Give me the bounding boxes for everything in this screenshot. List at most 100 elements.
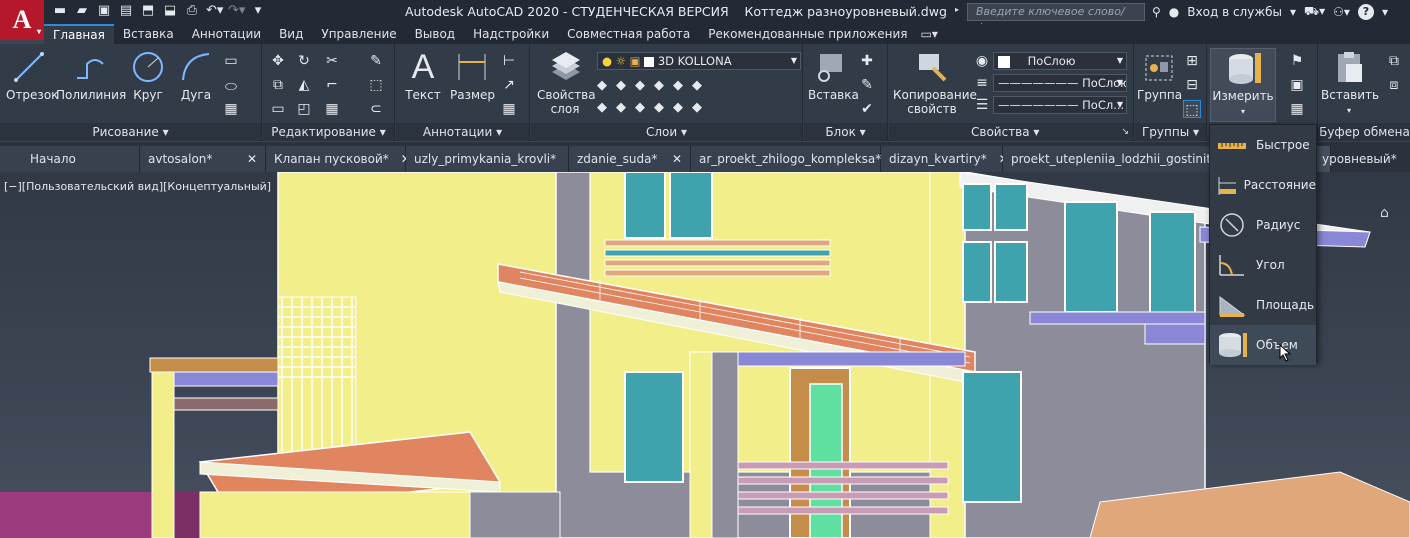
layer-dropdown[interactable]: ● ☼ ▣ 3D KOLLONA ▼	[597, 52, 801, 70]
insert-block-button[interactable]: Вставка	[808, 50, 859, 102]
application-menu-button[interactable]: A ▾	[0, 0, 44, 40]
circle-button[interactable]: Круг	[128, 50, 168, 102]
panel-properties-title[interactable]: Свойства ▾ ↘	[889, 123, 1133, 141]
tab-insert[interactable]: Вставка	[114, 24, 183, 44]
signin-dropdown-icon[interactable]: ▾	[1290, 5, 1296, 19]
explode-icon[interactable]: ⬚	[367, 76, 385, 94]
drawing-viewport[interactable]: [−][Пользовательский вид][Концептуальный…	[0, 172, 1410, 538]
tab-home[interactable]: Главная	[44, 24, 114, 44]
edit-block-icon[interactable]: ✎	[858, 76, 876, 94]
rectangle-icon[interactable]: ▭	[222, 52, 240, 70]
ungroup-icon[interactable]: ⊞	[1183, 52, 1201, 70]
dimension-button[interactable]: Размер	[450, 50, 495, 102]
group-select-icon[interactable]: ⬚	[1183, 100, 1201, 118]
tab-manage[interactable]: Управление	[312, 24, 405, 44]
undo-icon[interactable]: ↶▾	[206, 3, 223, 19]
mirror-icon[interactable]: ◭	[295, 76, 313, 94]
leader-icon[interactable]: ↗	[500, 76, 518, 94]
tab-annotate[interactable]: Аннотации	[183, 24, 270, 44]
measure-distance-item[interactable]: Расстояние	[1210, 165, 1316, 205]
lineweight-dropdown[interactable]: ——————— ПоСл... ▼	[993, 96, 1127, 114]
viewport-controls-label[interactable]: [−][Пользовательский вид][Концептуальный…	[4, 180, 271, 193]
redo-icon[interactable]: ↷▾	[228, 3, 245, 19]
file-tab-start[interactable]: Начало	[0, 146, 140, 172]
ellipse-icon[interactable]: ⬭	[222, 78, 240, 96]
polyline-button[interactable]: Полилиния	[56, 50, 126, 102]
file-tab[interactable]: dizayn_kvartiry*✕	[881, 146, 1009, 172]
file-tab[interactable]: ar_proekt_zhilogo_kompleksa*✕	[691, 146, 903, 172]
file-tab[interactable]: Клапан пусковой*✕	[266, 146, 411, 172]
array-icon[interactable]: ▦	[323, 100, 341, 118]
close-icon[interactable]: ✕	[672, 146, 682, 172]
layer-properties-button[interactable]: Свойства слоя	[537, 50, 596, 116]
measure-button[interactable]: Измерить ▾	[1210, 48, 1276, 122]
search-expand-icon[interactable]: ▸	[955, 5, 959, 14]
group-edit-icon[interactable]: ⊟	[1183, 76, 1201, 94]
cut-clip-icon[interactable]: ⧈	[1385, 76, 1403, 94]
group-button[interactable]: Группа	[1137, 50, 1182, 102]
rotate-icon[interactable]: ↻	[295, 52, 313, 70]
scale-icon[interactable]: ◰	[295, 100, 313, 118]
panel-groups-title[interactable]: Группы ▾	[1135, 123, 1206, 141]
quick-select-icon[interactable]: ⚑	[1288, 52, 1306, 70]
signin-link[interactable]: Вход в службы	[1187, 5, 1282, 19]
measure-volume-item[interactable]: Объем	[1210, 325, 1316, 365]
tab-addins[interactable]: Надстройки	[464, 24, 558, 44]
file-tab[interactable]: zdanie_suda* ✕	[569, 146, 691, 172]
file-tab[interactable]: uzly_primykania_krovli*✕	[406, 146, 578, 172]
help-icon[interactable]: ?	[1357, 4, 1374, 20]
open-file-icon[interactable]: ▰	[74, 3, 90, 19]
block-attributes-icon[interactable]: ✔	[858, 100, 876, 118]
tab-output[interactable]: Вывод	[406, 24, 464, 44]
arc-button[interactable]: Дуга	[176, 50, 216, 102]
create-block-icon[interactable]: ✚	[858, 52, 876, 70]
panel-modify-title[interactable]: Редактирование ▾	[263, 123, 394, 141]
save-icon[interactable]: ▣	[96, 3, 112, 19]
fillet-icon[interactable]: ⌐	[323, 76, 341, 94]
trim-icon[interactable]: ✂	[323, 52, 341, 70]
tab-featured-apps[interactable]: Рекомендованные приложения	[699, 24, 916, 44]
save-as-icon[interactable]: ▤	[118, 3, 134, 19]
binoculars-icon[interactable]: ⚲	[1152, 5, 1161, 19]
print-icon[interactable]: ⎙	[184, 3, 200, 19]
user-icon[interactable]: ●	[1169, 5, 1179, 19]
measure-radius-item[interactable]: Радиус	[1210, 205, 1316, 245]
erase-icon[interactable]: ✎	[367, 52, 385, 70]
import-icon[interactable]: ⬒	[140, 3, 156, 19]
new-file-icon[interactable]: ▬	[52, 3, 68, 19]
export-icon[interactable]: ⬓	[162, 3, 178, 19]
ribbon-options-icon[interactable]: ▭▾	[917, 24, 942, 44]
panel-draw-title[interactable]: Рисование ▾	[0, 123, 261, 141]
panel-block-title[interactable]: Блок ▾	[804, 123, 887, 141]
customize-qat-icon[interactable]: ▾	[250, 3, 266, 19]
copy-icon[interactable]: ⧉	[269, 76, 287, 94]
tab-view[interactable]: Вид	[270, 24, 312, 44]
close-icon[interactable]: ✕	[247, 146, 257, 172]
cart-icon[interactable]: ⛟▾	[1304, 4, 1325, 20]
hatch-icon[interactable]: ▦	[222, 100, 240, 118]
calculator-icon[interactable]: ▦	[1288, 100, 1306, 118]
line-button[interactable]: Отрезок	[6, 50, 58, 102]
color-dropdown[interactable]: ПоСлою ▼	[993, 52, 1127, 70]
measure-angle-item[interactable]: Угол	[1210, 245, 1316, 285]
match-properties-button[interactable]: Копирование свойств	[893, 50, 977, 116]
table-icon[interactable]: ▦	[500, 100, 518, 118]
file-tab[interactable]: avtosalon* ✕	[140, 146, 266, 172]
copy-clip-icon[interactable]: ⧉	[1385, 52, 1403, 70]
help-dropdown-icon[interactable]: ▾	[1382, 5, 1388, 19]
paste-button[interactable]: Вставить ▾	[1321, 50, 1379, 116]
offset-icon[interactable]: ⊂	[367, 100, 385, 118]
connect-icon[interactable]: ⚇▾	[1333, 5, 1350, 19]
linear-dimension-icon[interactable]: ⊢	[500, 52, 518, 70]
search-input[interactable]: Введите ключевое слово/фразу	[967, 3, 1145, 34]
panel-clipboard-title[interactable]: Буфер обмена	[1319, 123, 1410, 141]
id-point-icon[interactable]: ▣	[1288, 76, 1306, 94]
measure-quick-item[interactable]: Быстрое	[1210, 125, 1316, 165]
linetype-dropdown[interactable]: ——————— ПоСлою ▼	[993, 74, 1127, 92]
move-icon[interactable]: ✥	[269, 52, 287, 70]
measure-area-item[interactable]: Площадь	[1210, 285, 1316, 325]
tab-collaborate[interactable]: Совместная работа	[558, 24, 699, 44]
text-button[interactable]: A Текст	[404, 50, 442, 102]
stretch-icon[interactable]: ▭	[269, 100, 287, 118]
panel-layers-title[interactable]: Слои ▾	[531, 123, 802, 141]
